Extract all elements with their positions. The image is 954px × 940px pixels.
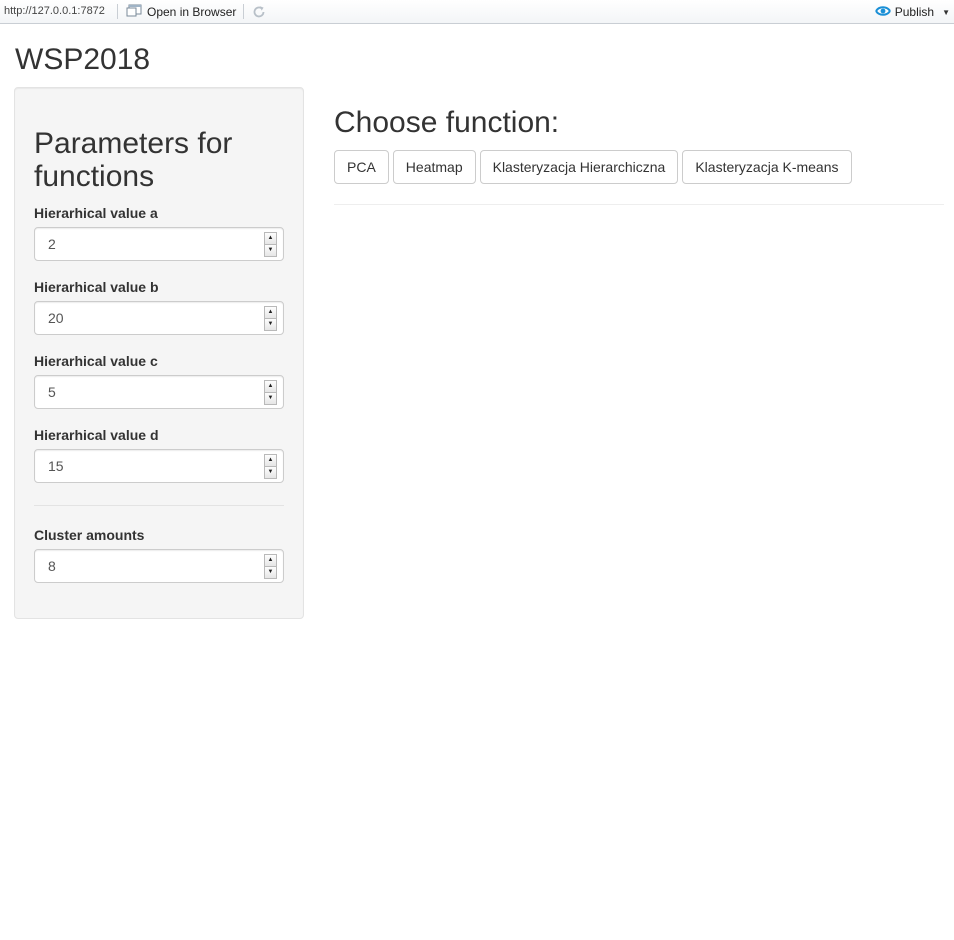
- field-cluster-amounts: Cluster amounts 8 ▲ ▼: [34, 526, 284, 583]
- number-spinner: ▲ ▼: [264, 554, 277, 579]
- number-spinner: ▲ ▼: [264, 306, 277, 331]
- page-title: WSP2018: [15, 43, 151, 76]
- viewer-toolbar: http://127.0.0.1:7872 Open in Browser Pu…: [0, 0, 954, 24]
- spin-down-icon[interactable]: ▼: [264, 319, 277, 331]
- field-hierarchical-a: Hierarhical value a 2 ▲ ▼: [34, 204, 284, 261]
- function-button-group: PCA Heatmap Klasteryzacja Hierarchiczna …: [334, 150, 852, 184]
- spin-up-icon[interactable]: ▲: [264, 232, 277, 245]
- number-spinner: ▲ ▼: [264, 454, 277, 479]
- field-hierarchical-c: Hierarhical value c 5 ▲ ▼: [34, 352, 284, 409]
- spin-down-icon[interactable]: ▼: [264, 393, 277, 405]
- publish-button[interactable]: Publish ▼: [874, 3, 950, 21]
- input-value: 15: [48, 458, 64, 474]
- hierarchical-a-input[interactable]: 2 ▲ ▼: [34, 227, 284, 261]
- spin-up-icon[interactable]: ▲: [264, 306, 277, 319]
- field-label: Hierarhical value b: [34, 279, 159, 295]
- main-divider: [334, 204, 944, 205]
- number-spinner: ▲ ▼: [264, 380, 277, 405]
- toolbar-divider: [243, 4, 244, 19]
- input-value: 8: [48, 558, 56, 574]
- kmeans-clustering-button[interactable]: Klasteryzacja K-means: [682, 150, 852, 184]
- cluster-amounts-input[interactable]: 8 ▲ ▼: [34, 549, 284, 583]
- publish-icon: [874, 4, 891, 21]
- hierarchical-b-input[interactable]: 20 ▲ ▼: [34, 301, 284, 335]
- open-in-browser-label: Open in Browser: [147, 5, 237, 19]
- hierarchical-d-input[interactable]: 15 ▲ ▼: [34, 449, 284, 483]
- input-value: 2: [48, 236, 56, 252]
- choose-function-heading: Choose function:: [334, 106, 560, 139]
- spin-down-icon[interactable]: ▼: [264, 467, 277, 479]
- spin-up-icon[interactable]: ▲: [264, 380, 277, 393]
- hierarchical-c-input[interactable]: 5 ▲ ▼: [34, 375, 284, 409]
- heatmap-button[interactable]: Heatmap: [392, 150, 476, 184]
- sidebar-panel: Parameters for functions Hierarhical val…: [14, 87, 304, 619]
- sidebar-title: Parameters for functions: [34, 127, 233, 193]
- pca-button[interactable]: PCA: [334, 150, 389, 184]
- sidebar-divider: [34, 505, 284, 506]
- open-browser-icon: [126, 4, 142, 21]
- field-label: Hierarhical value c: [34, 353, 158, 369]
- field-label: Cluster amounts: [34, 527, 145, 543]
- publish-label: Publish: [894, 5, 935, 19]
- caret-down-icon[interactable]: ▼: [942, 8, 950, 17]
- field-label: Hierarhical value d: [34, 427, 159, 443]
- field-hierarchical-d: Hierarhical value d 15 ▲ ▼: [34, 426, 284, 483]
- field-hierarchical-b: Hierarhical value b 20 ▲ ▼: [34, 278, 284, 335]
- toolbar-divider: [117, 4, 118, 19]
- field-label: Hierarhical value a: [34, 205, 158, 221]
- open-in-browser-button[interactable]: Open in Browser: [126, 3, 236, 21]
- url-display: http://127.0.0.1:7872: [4, 5, 105, 17]
- number-spinner: ▲ ▼: [264, 232, 277, 257]
- hierarchical-clustering-button[interactable]: Klasteryzacja Hierarchiczna: [479, 150, 679, 184]
- spin-up-icon[interactable]: ▲: [264, 554, 277, 567]
- input-value: 5: [48, 384, 56, 400]
- input-value: 20: [48, 310, 64, 326]
- spin-down-icon[interactable]: ▼: [264, 245, 277, 257]
- refresh-icon[interactable]: [251, 4, 267, 20]
- spin-down-icon[interactable]: ▼: [264, 567, 277, 579]
- spin-up-icon[interactable]: ▲: [264, 454, 277, 467]
